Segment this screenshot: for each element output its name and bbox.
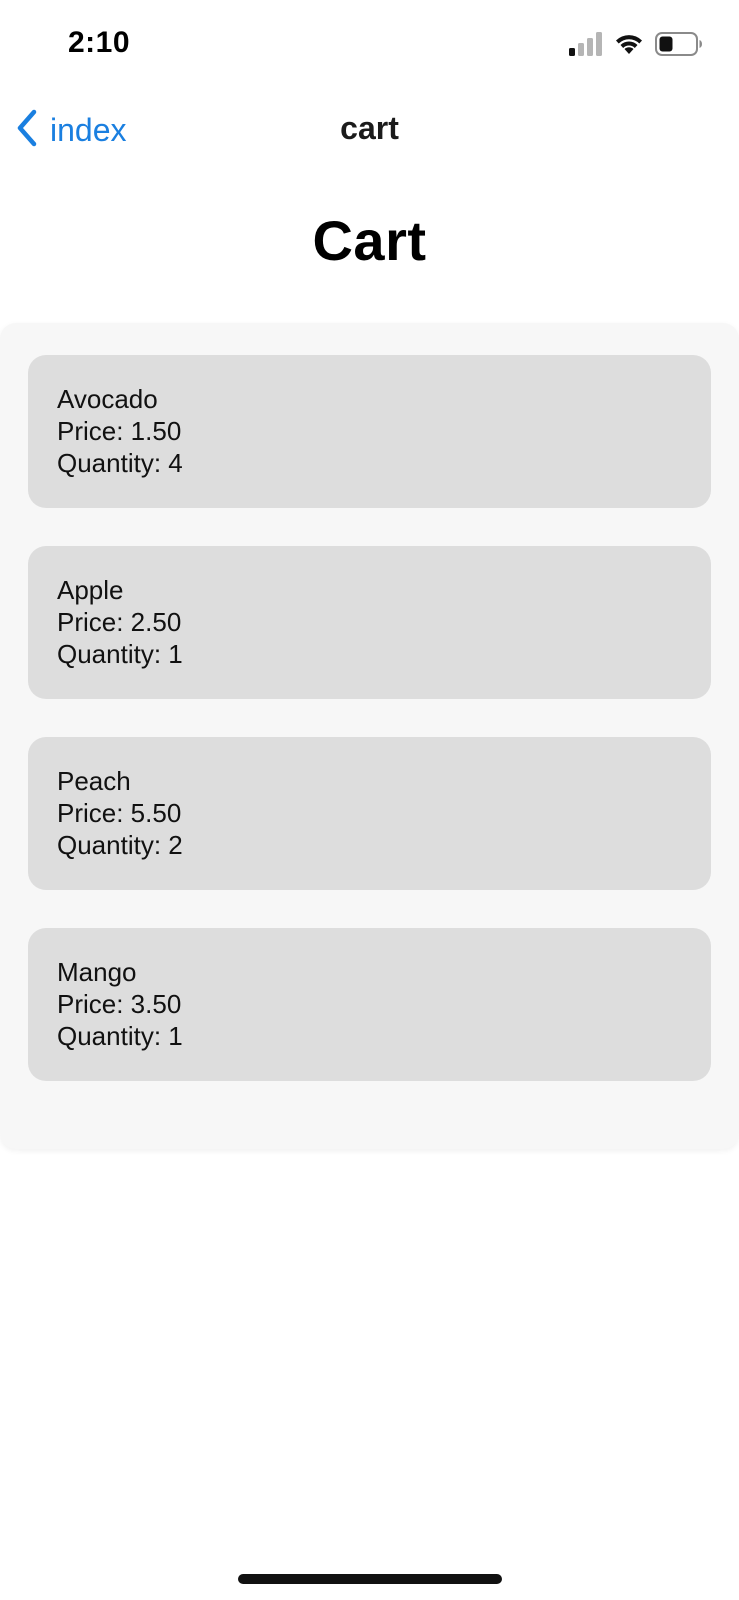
status-bar: 2:10	[0, 0, 739, 92]
item-price: Price: 3.50	[57, 989, 182, 1019]
item-price: Price: 2.50	[57, 607, 182, 637]
cart-item-mango[interactable]: Mango Price: 3.50 Quantity: 1	[28, 928, 711, 1081]
home-indicator[interactable]	[238, 1574, 502, 1584]
item-name: Apple	[57, 575, 124, 605]
wifi-icon	[613, 32, 645, 61]
cart-item-avocado[interactable]: Avocado Price: 1.50 Quantity: 4	[28, 355, 711, 508]
page-title: Cart	[312, 209, 427, 272]
cellular-signal-icon	[569, 32, 603, 61]
item-price: Price: 1.50	[57, 416, 182, 446]
screen: 2:10 index cart Cart Avocado Price: 1.50…	[0, 0, 739, 1600]
nav-title: cart	[340, 110, 399, 146]
navigation-bar: index cart	[0, 100, 739, 162]
item-price: Price: 5.50	[57, 798, 182, 828]
item-quantity: Quantity: 1	[57, 1021, 183, 1051]
item-quantity: Quantity: 1	[57, 639, 183, 669]
battery-icon	[655, 32, 703, 61]
item-name: Peach	[57, 766, 131, 796]
cart-panel: Avocado Price: 1.50 Quantity: 4 Apple Pr…	[0, 323, 739, 1149]
cart-item-peach[interactable]: Peach Price: 5.50 Quantity: 2	[28, 737, 711, 890]
status-time: 2:10	[68, 26, 131, 59]
cart-item-apple[interactable]: Apple Price: 2.50 Quantity: 1	[28, 546, 711, 699]
item-name: Mango	[57, 957, 137, 987]
item-quantity: Quantity: 2	[57, 830, 183, 860]
item-name: Avocado	[57, 384, 158, 414]
item-quantity: Quantity: 4	[57, 448, 183, 478]
status-icons	[569, 32, 703, 61]
